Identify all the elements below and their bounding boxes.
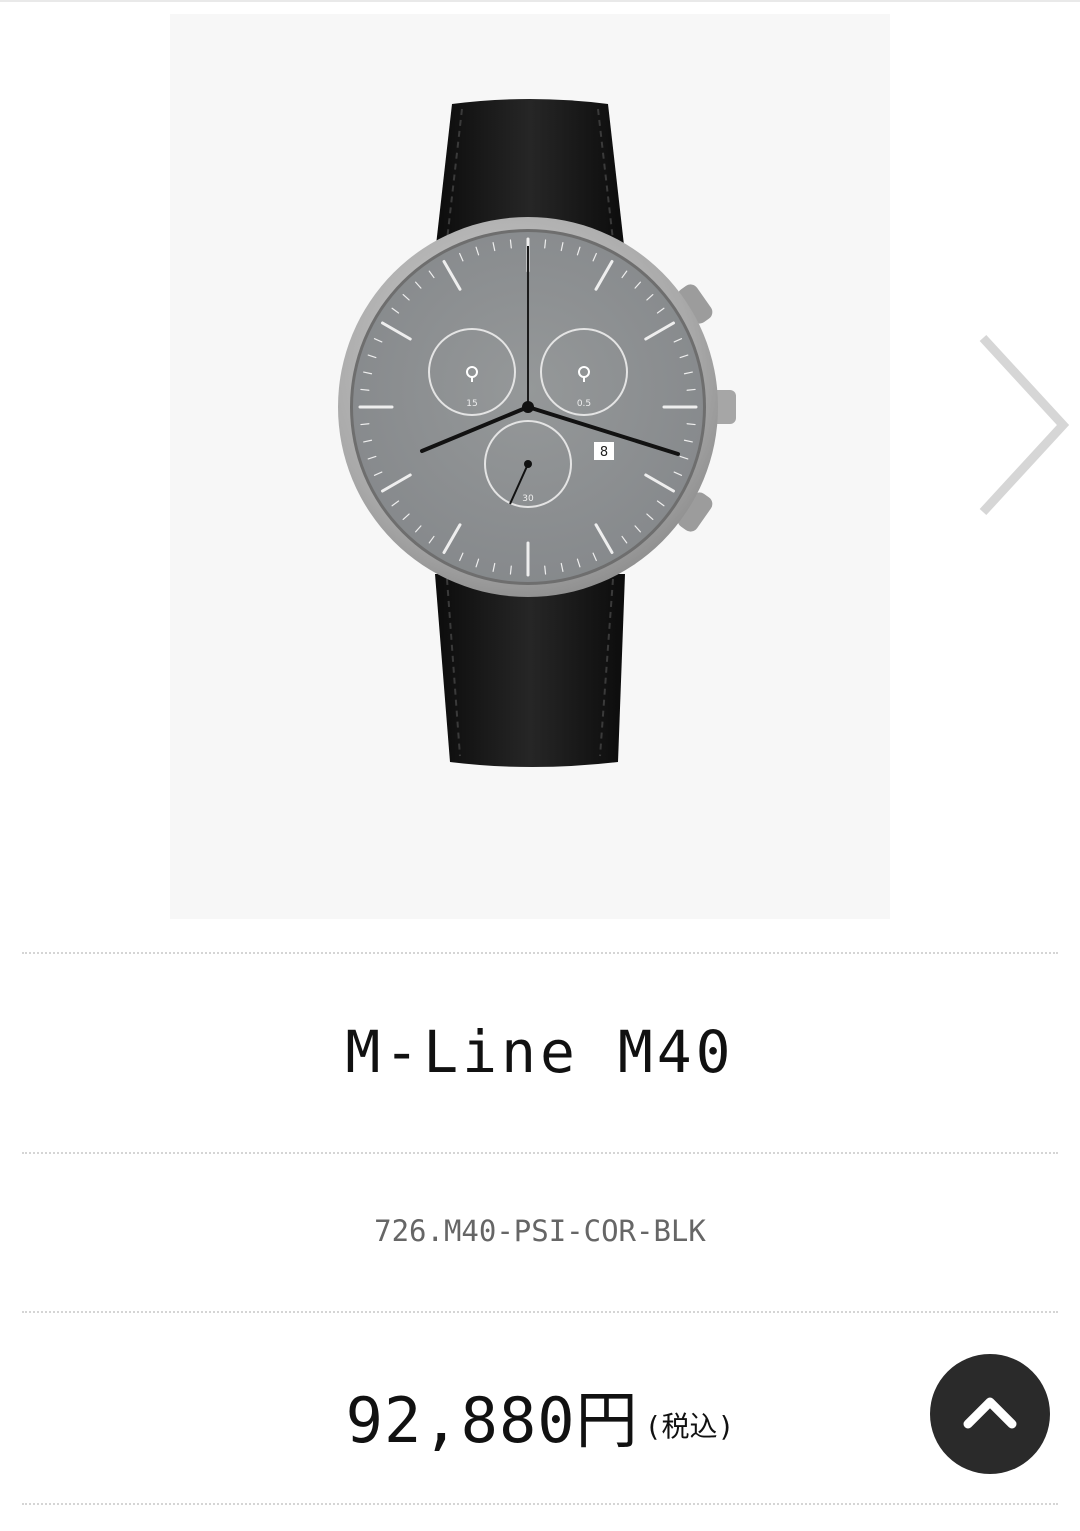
divider bbox=[22, 1311, 1058, 1313]
subdial-right-label: 0.5 bbox=[577, 399, 591, 409]
divider bbox=[22, 952, 1058, 954]
minute-marker bbox=[544, 239, 547, 249]
minute-marker bbox=[686, 388, 696, 391]
subdial-left-label: 15 bbox=[466, 399, 477, 409]
watch-illustration: 15 0.5 30 8 bbox=[338, 99, 736, 767]
product-image[interactable]: 15 0.5 30 8 bbox=[170, 14, 890, 919]
chevron-up-icon bbox=[963, 1397, 1017, 1429]
divider bbox=[22, 1503, 1058, 1505]
divider bbox=[22, 1152, 1058, 1154]
product-price: 92,880円 bbox=[345, 1384, 639, 1457]
chevron-right-icon bbox=[979, 334, 1070, 516]
back-to-top-button[interactable] bbox=[930, 1354, 1050, 1474]
date-value: 8 bbox=[600, 445, 608, 460]
minute-marker bbox=[360, 423, 370, 426]
minute-marker bbox=[686, 423, 696, 426]
product-title: M-Line M40 bbox=[345, 1018, 735, 1086]
minute-marker bbox=[509, 239, 512, 249]
product-sku: 726.M40-PSI-COR-BLK bbox=[374, 1214, 706, 1248]
minute-marker bbox=[544, 565, 547, 575]
strap-bottom bbox=[435, 574, 625, 767]
price-row: 92,880円 (税込) bbox=[0, 1370, 1080, 1460]
subdial-bottom-label: 30 bbox=[522, 494, 534, 504]
minute-marker bbox=[509, 565, 512, 575]
minute-marker bbox=[360, 388, 370, 391]
price-tax-note: (税込) bbox=[644, 1410, 735, 1443]
next-image-button[interactable] bbox=[975, 330, 1075, 520]
top-border bbox=[0, 0, 1080, 2]
